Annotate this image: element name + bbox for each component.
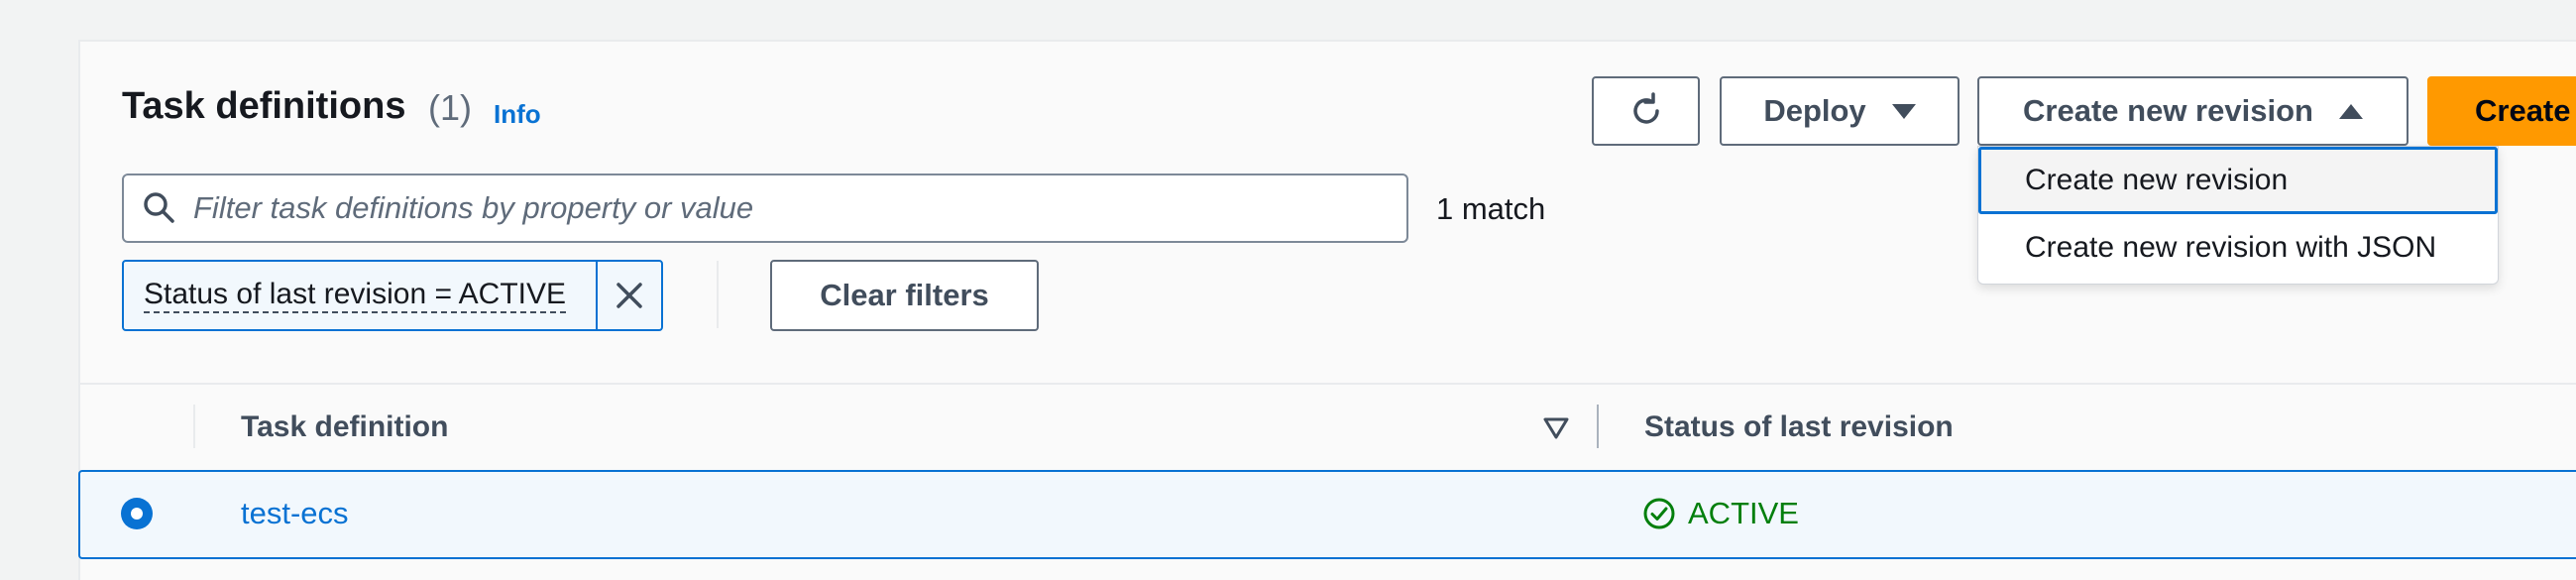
caret-down-icon: [1891, 103, 1916, 119]
create-new-revision-label: Create new revision: [2023, 93, 2313, 128]
clear-filters-label: Clear filters: [820, 278, 989, 312]
sort-descending-icon[interactable]: [1541, 414, 1571, 442]
check-circle-icon: [1643, 498, 1675, 529]
create-button-label: Create: [2475, 93, 2571, 128]
caret-up-icon: [2338, 103, 2363, 119]
create-revision-menu: Create new revision Create new revision …: [1977, 146, 2499, 285]
create-new-revision-button[interactable]: Create new revision: [1977, 76, 2408, 146]
status-text: ACTIVE: [1688, 496, 1799, 530]
filter-input[interactable]: [191, 189, 1365, 227]
remove-filter-button[interactable]: [596, 262, 661, 329]
filter-token-label: Status of last revision = ACTIVE: [144, 278, 567, 313]
create-button[interactable]: Create: [2427, 76, 2576, 146]
menu-item-create-new-revision-json[interactable]: Create new revision with JSON: [1978, 216, 2498, 280]
column-header-task-definition[interactable]: Task definition: [241, 410, 448, 444]
clear-filters-button[interactable]: Clear filters: [770, 260, 1039, 331]
column-header-status[interactable]: Status of last revision: [1644, 410, 1954, 444]
table-top-divider: [80, 383, 2576, 385]
row-select-radio[interactable]: [121, 498, 153, 529]
info-link[interactable]: Info: [494, 99, 541, 130]
refresh-icon: [1632, 92, 1659, 124]
page-title: Task definitions: [122, 85, 406, 127]
column-resizer[interactable]: [1597, 405, 1599, 448]
refresh-button[interactable]: [1592, 76, 1700, 146]
deploy-button[interactable]: Deploy: [1720, 76, 1960, 146]
task-definition-link[interactable]: test-ecs: [241, 496, 349, 531]
radio-selected-dot: [131, 508, 143, 520]
table-row[interactable]: [78, 470, 2576, 559]
filter-token: Status of last revision = ACTIVE: [122, 260, 663, 331]
menu-item-create-new-revision[interactable]: Create new revision: [1978, 147, 2498, 214]
filter-token-label-wrap[interactable]: Status of last revision = ACTIVE: [124, 262, 596, 329]
match-count: 1 match: [1436, 191, 1546, 226]
search-icon: [144, 192, 174, 223]
status-cell: ACTIVE: [1642, 496, 1799, 531]
column-divider: [193, 405, 195, 448]
close-icon: [616, 283, 642, 308]
filter-divider: [717, 261, 719, 328]
deploy-button-label: Deploy: [1763, 93, 1866, 128]
task-definitions-count: (1): [428, 87, 472, 128]
filter-search-box[interactable]: [122, 174, 1408, 243]
